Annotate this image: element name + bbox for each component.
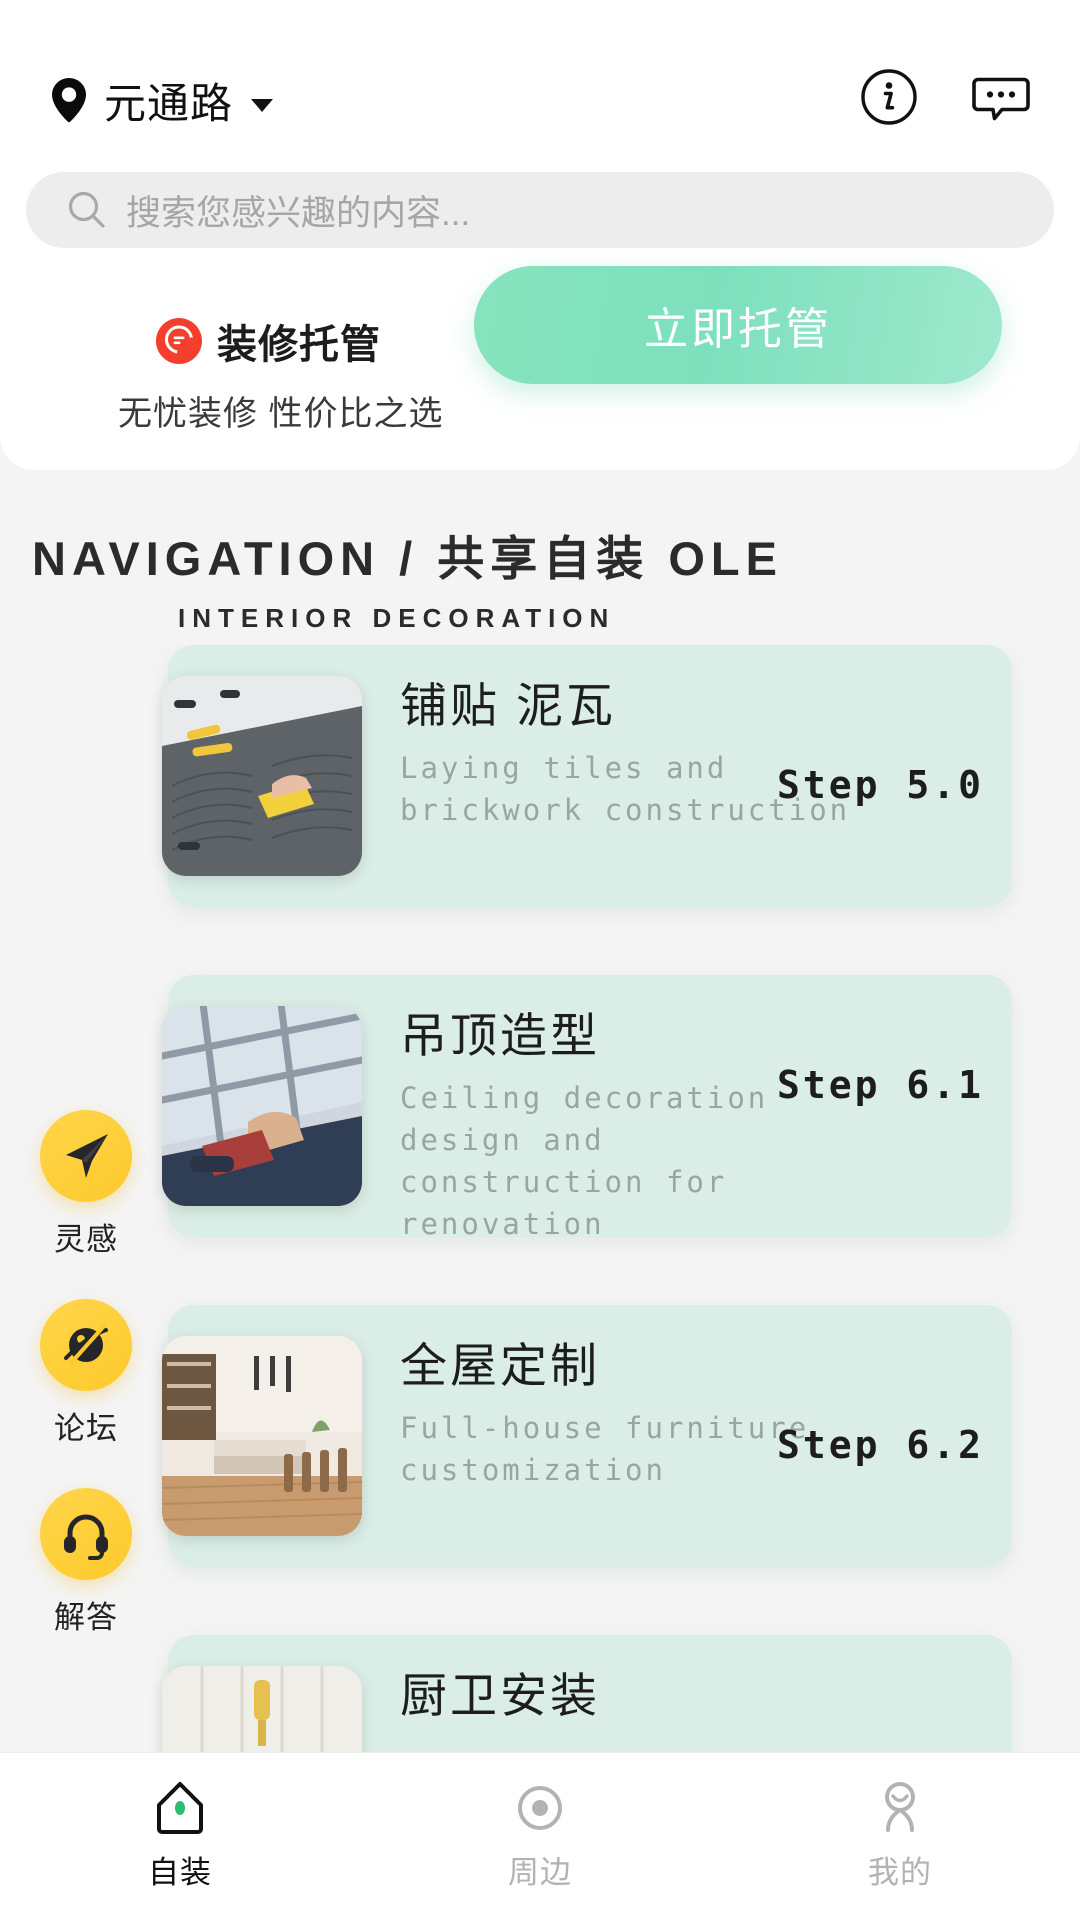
- app-header: 元通路: [0, 62, 1080, 138]
- card-title: 厨卫安装: [400, 1669, 600, 1722]
- ceiling-photo: [162, 1006, 362, 1206]
- rail-item-forum[interactable]: 论坛: [26, 1299, 146, 1448]
- location-selector[interactable]: 元通路: [50, 62, 274, 138]
- card-thumbnail: [162, 1006, 362, 1206]
- tab-label: 周边: [508, 1855, 572, 1890]
- tab-label: 我的: [868, 1855, 932, 1890]
- rail-label: 解答: [54, 1600, 118, 1635]
- step-card-list: 铺贴 泥瓦 Laying tiles and brickwork constru…: [0, 645, 1080, 1755]
- rail-label: 论坛: [54, 1411, 118, 1446]
- section-title: NAVIGATION / 共享自装 OLE: [32, 532, 783, 585]
- floating-side-rail: 灵感 论坛 解答: [26, 1110, 146, 1677]
- chevron-down-icon: [251, 98, 274, 112]
- promo-banner: 装修托管 无忧装修 性价比之选 立即托管: [0, 266, 1080, 442]
- card-body: 铺贴 泥瓦 Laying tiles and brickwork constru…: [400, 679, 998, 831]
- card-body: 吊顶造型 Ceiling decoration design and const…: [400, 1009, 998, 1245]
- location-name: 元通路: [104, 79, 234, 127]
- card-body: 全屋定制 Full-house furniture customization: [400, 1339, 998, 1491]
- headset-icon: [64, 1514, 108, 1560]
- decoration-badge-icon: [156, 318, 202, 364]
- navigation-section-heading: NAVIGATION / 共享自装 OLE INTERIOR DECORATIO…: [0, 520, 1080, 634]
- paper-plane-icon: [66, 1134, 108, 1178]
- rail-item-inspiration[interactable]: 灵感: [26, 1110, 146, 1259]
- search-input[interactable]: 搜索您感兴趣的内容...: [26, 172, 1054, 248]
- step-card[interactable]: 铺贴 泥瓦 Laying tiles and brickwork constru…: [162, 645, 1012, 907]
- promo-text-block: 装修托管 无忧装修 性价比之选: [118, 312, 444, 435]
- top-panel: 元通路 搜索您感兴趣的内容... 装修托管 无忧装修 性价比之选 立即托管: [0, 0, 1080, 470]
- rail-label: 灵感: [54, 1222, 118, 1257]
- card-step-badge: Step 6.2: [776, 1423, 984, 1467]
- promo-subtitle: 无忧装修 性价比之选: [118, 395, 444, 433]
- search-placeholder: 搜索您感兴趣的内容...: [126, 193, 471, 233]
- card-title: 全屋定制: [400, 1339, 600, 1392]
- start-hosting-label: 立即托管: [644, 305, 832, 354]
- rail-circle: [40, 1299, 132, 1391]
- tiling-photo: [162, 676, 362, 876]
- tab-label: 自装: [148, 1855, 212, 1890]
- bottom-navigation: 自装 周边 我的: [0, 1752, 1080, 1920]
- rail-item-support[interactable]: 解答: [26, 1488, 146, 1637]
- info-circle-icon[interactable]: [858, 66, 920, 128]
- chat-bubble-icon[interactable]: [970, 66, 1032, 128]
- search-icon: [68, 191, 105, 228]
- step-card[interactable]: 全屋定制 Full-house furniture customization …: [162, 1305, 1012, 1567]
- kitchen-photo: [162, 1666, 362, 1755]
- tab-self-decoration[interactable]: 自装: [0, 1753, 360, 1920]
- section-subtitle: INTERIOR DECORATION: [178, 603, 616, 633]
- card-step-badge: Step 5.0: [776, 763, 984, 807]
- card-thumbnail: [162, 1336, 362, 1536]
- card-title: 铺贴 泥瓦: [400, 679, 617, 732]
- furniture-photo: [162, 1336, 362, 1536]
- home-icon: [157, 1782, 203, 1834]
- promo-title: 装修托管: [217, 323, 381, 367]
- step-card[interactable]: 厨卫安装: [162, 1635, 1012, 1755]
- header-actions: [858, 66, 1032, 128]
- nearby-icon: [518, 1786, 562, 1830]
- app-root: 元通路 搜索您感兴趣的内容... 装修托管 无忧装修 性价比之选 立即托管 NA…: [0, 0, 1080, 1920]
- map-pin-icon: [52, 78, 86, 123]
- tab-nearby[interactable]: 周边: [360, 1753, 720, 1920]
- profile-icon: [885, 1782, 915, 1832]
- planet-icon: [64, 1324, 108, 1365]
- rail-circle: [40, 1110, 132, 1202]
- card-title: 吊顶造型: [400, 1009, 600, 1062]
- card-thumbnail: [162, 1666, 362, 1755]
- rail-circle: [40, 1488, 132, 1580]
- step-card[interactable]: 吊顶造型 Ceiling decoration design and const…: [162, 975, 1012, 1241]
- card-thumbnail: [162, 676, 362, 876]
- card-body: 厨卫安装: [400, 1669, 998, 1737]
- card-step-badge: Step 6.1: [776, 1063, 984, 1107]
- start-hosting-button[interactable]: 立即托管: [474, 266, 1002, 384]
- tab-profile[interactable]: 我的: [720, 1753, 1080, 1920]
